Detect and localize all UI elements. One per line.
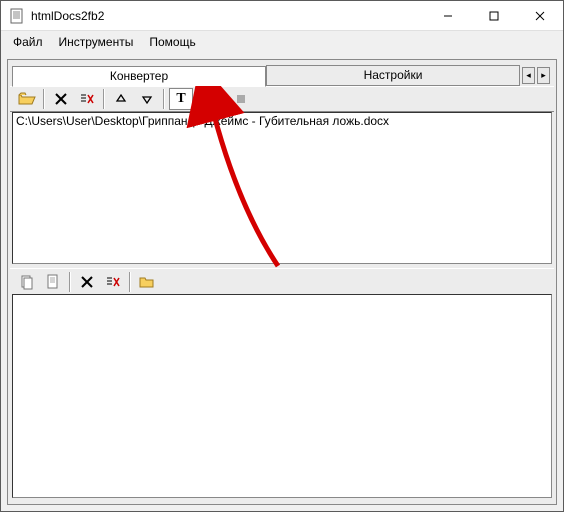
delete-button[interactable] (49, 88, 73, 110)
menu-tools[interactable]: Инструменты (51, 33, 142, 51)
app-icon (9, 8, 25, 24)
minimize-button[interactable] (425, 1, 471, 31)
separator (103, 89, 105, 109)
close-button[interactable] (517, 1, 563, 31)
text-mode-button[interactable]: T (169, 88, 193, 110)
tab-settings[interactable]: Настройки (266, 65, 520, 86)
play-button[interactable] (203, 88, 227, 110)
doc-copy-button[interactable] (15, 271, 39, 293)
content-frame: Конвертер Настройки ◂ ▸ T C:\Users\User\… (7, 59, 557, 505)
top-toolbar: T (10, 86, 554, 112)
clear2-button[interactable] (101, 271, 125, 293)
clear-list-button[interactable] (75, 88, 99, 110)
separator (163, 89, 165, 109)
app-window: htmlDocs2fb2 Файл Инструменты Помощь Кон… (0, 0, 564, 512)
file-item[interactable]: C:\Users\User\Desktop\Гриппандо Джеймс -… (13, 113, 551, 129)
tab-converter[interactable]: Конвертер (12, 66, 266, 87)
stop-button[interactable] (229, 88, 253, 110)
window-title: htmlDocs2fb2 (31, 9, 425, 23)
folder-button[interactable] (135, 271, 159, 293)
output-panel[interactable] (12, 294, 552, 498)
tab-scroll-right[interactable]: ▸ (537, 67, 550, 84)
tab-scroll-left[interactable]: ◂ (522, 67, 535, 84)
separator (129, 272, 131, 292)
file-list-panel[interactable]: C:\Users\User\Desktop\Гриппандо Джеймс -… (12, 112, 552, 264)
separator (43, 89, 45, 109)
separator (197, 89, 199, 109)
maximize-button[interactable] (471, 1, 517, 31)
window-controls (425, 1, 563, 30)
bottom-toolbar (10, 268, 554, 294)
menu-file[interactable]: Файл (5, 33, 51, 51)
titlebar: htmlDocs2fb2 (1, 1, 563, 31)
doc-blank-button[interactable] (41, 271, 65, 293)
menubar: Файл Инструменты Помощь (1, 31, 563, 53)
move-down-button[interactable] (135, 88, 159, 110)
open-button[interactable] (15, 88, 39, 110)
delete2-button[interactable] (75, 271, 99, 293)
menu-help[interactable]: Помощь (141, 33, 203, 51)
move-up-button[interactable] (109, 88, 133, 110)
tabs-row: Конвертер Настройки ◂ ▸ (10, 62, 554, 86)
separator (69, 272, 71, 292)
tab-scroll: ◂ ▸ (520, 67, 552, 84)
